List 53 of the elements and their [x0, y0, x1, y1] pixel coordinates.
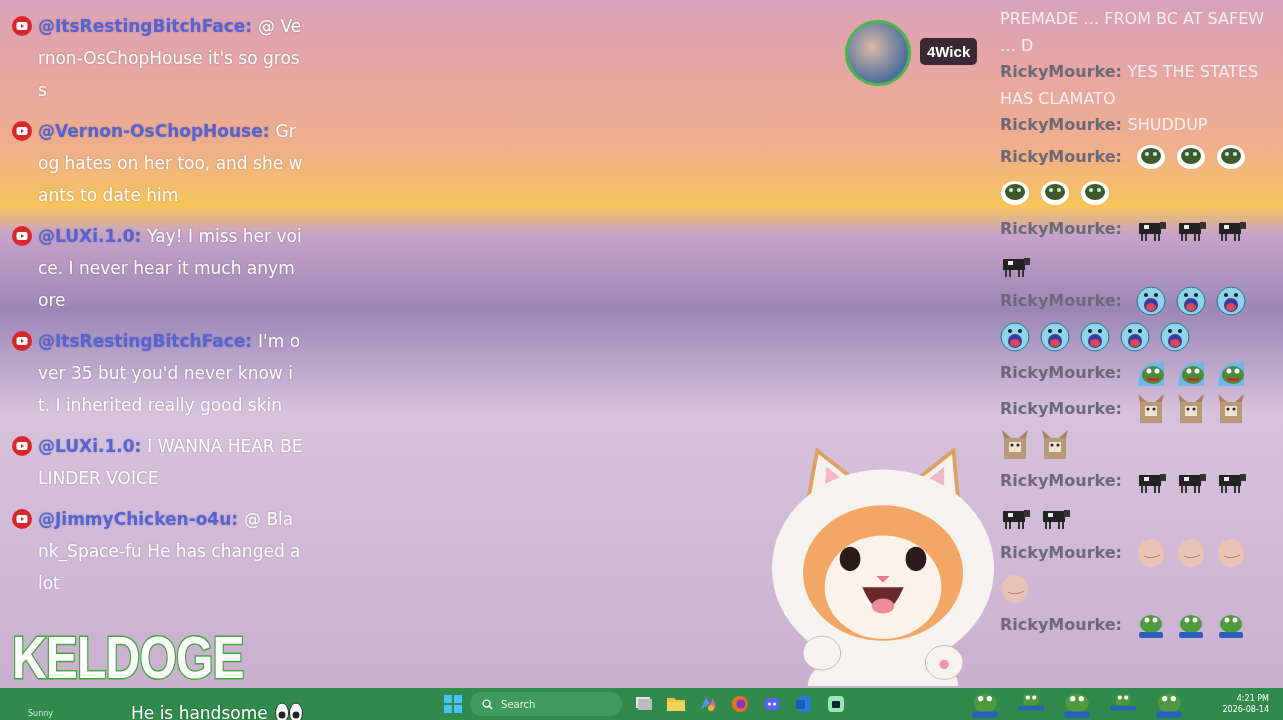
screaming-face-icon: [1120, 321, 1150, 352]
screaming-face-icon: [1000, 321, 1030, 352]
cat-icon: [1040, 429, 1070, 460]
clock-date: 2026-08-14: [1222, 704, 1269, 715]
chat-username: RickyMourke:: [1000, 363, 1122, 382]
chat-username: RickyMourke:: [1000, 543, 1122, 562]
chat-message: RickyMourke: YES THE STATES HAS CLAMATO: [1000, 61, 1260, 110]
chat-username: RickyMourke:: [1000, 471, 1122, 490]
chat-username: RickyMourke:: [1000, 291, 1122, 310]
chat-username: RickyMourke:: [1000, 219, 1122, 238]
cat-icon: [1176, 393, 1206, 424]
chat-message: @Vernon-OsChopHouse: Grog hates on her too, and she wants to date him: [38, 120, 303, 207]
chat-username: RickyMourke:: [1000, 399, 1122, 418]
browser-icon: [730, 694, 751, 714]
youtube-icon: [11, 120, 33, 142]
chat-message: PREMADE … FROM BC AT SAFEW … D: [1000, 8, 1266, 57]
chat-message: RickyMourke: SHUDDUP: [1000, 114, 1209, 136]
cat-icon: [1000, 429, 1030, 460]
cat-icon: [1136, 393, 1166, 424]
youtube-icon: [11, 330, 33, 352]
search-button[interactable]: Search: [470, 692, 623, 716]
channel-logo-text: KELDOGE: [12, 630, 244, 686]
chat-username: RickyMourke:: [1000, 147, 1122, 166]
youtube-icon: [11, 15, 33, 37]
screaming-face-icon: [1040, 321, 1070, 352]
clock-time: 4:21 PM: [1236, 693, 1269, 704]
app-icon: [826, 694, 847, 714]
chat-message: @JimmyChicken-o4u: @ Blank_Space-fu He has changed a lot: [38, 508, 302, 595]
youtube-icon: [11, 225, 33, 247]
chat-username: RickyMourke:: [1000, 615, 1122, 634]
cat-icon: [1216, 393, 1246, 424]
blob-icon: [1216, 537, 1246, 568]
chat-message: @LUXi.1.0: I WANNA HEAR BELINDER VOICE: [38, 435, 303, 490]
chat-message: @ItsRestingBitchFace: @ Vernon-OsChopHouse it's so gross: [38, 15, 303, 102]
blob-icon: [1136, 537, 1166, 568]
blob-icon: [1176, 537, 1206, 568]
windows-icon: [444, 695, 463, 713]
screaming-face-icon: [1160, 321, 1190, 352]
streamer-name-badge: 4Wick: [920, 38, 978, 65]
blob-icon: [1000, 573, 1030, 604]
search-icon: [482, 698, 494, 710]
chat-message: @LUXi.1.0: Yay! I miss her voice. I never hear it much anymore: [38, 225, 303, 312]
screaming-face-icon: [1216, 285, 1246, 316]
taskbar-app-button[interactable]: [826, 694, 847, 714]
youtube-icon: [11, 435, 33, 457]
weather-label: Sunny: [28, 708, 54, 718]
chat-message: @ItsRestingBitchFace: I'm over 35 but you'd never know it. I inherited really good skin: [38, 330, 302, 417]
screaming-face-icon: [1136, 285, 1166, 316]
screaming-face-icon: [1176, 285, 1206, 316]
youtube-icon: [11, 508, 33, 530]
start-button[interactable]: [443, 694, 464, 714]
screaming-face-icon: [1080, 321, 1110, 352]
chat-message: He is handsome: [131, 702, 268, 720]
